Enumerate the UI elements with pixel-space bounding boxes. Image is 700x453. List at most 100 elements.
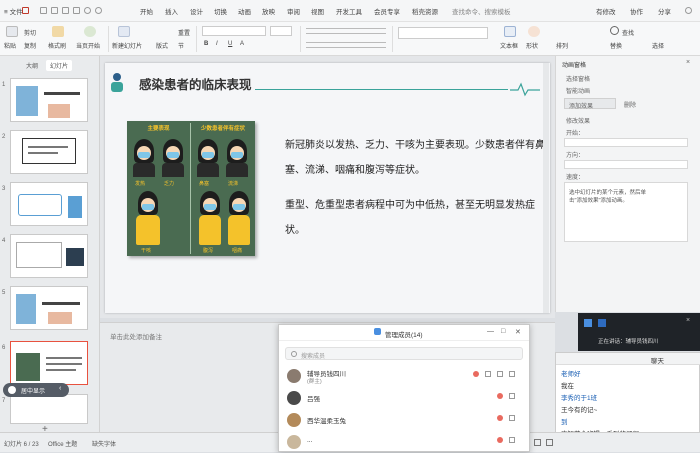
notes-placeholder[interactable]: 单击此处添加备注 <box>110 331 162 341</box>
print-icon[interactable] <box>51 7 58 14</box>
slide-thumbnail[interactable] <box>10 286 88 330</box>
mic-off-icon[interactable] <box>497 415 503 421</box>
alignment-tools[interactable] <box>306 42 386 48</box>
mic-off-icon[interactable] <box>473 371 479 377</box>
save-icon[interactable] <box>40 7 47 14</box>
slide-thumbnail[interactable] <box>10 182 88 226</box>
font-size-select[interactable] <box>270 26 292 36</box>
start-select[interactable] <box>564 138 688 147</box>
member-row[interactable]: ... <box>287 433 523 453</box>
tab-member[interactable]: 会员专享 <box>374 6 400 16</box>
slide-thumbnail[interactable] <box>10 394 88 424</box>
textbox-icon[interactable] <box>504 26 516 37</box>
underline-button[interactable]: U <box>228 41 232 47</box>
tab-transition[interactable]: 切换 <box>214 6 227 16</box>
textbox-button[interactable]: 文本框 <box>500 41 518 50</box>
paste-button[interactable]: 粘贴 <box>4 41 16 50</box>
screen-icon[interactable] <box>497 371 503 377</box>
shape-icon[interactable] <box>528 26 540 37</box>
close-icon[interactable]: × <box>686 59 690 66</box>
slide-thumbnail-selected[interactable] <box>10 341 88 385</box>
minimize-button[interactable]: — <box>487 328 494 335</box>
reset-button[interactable]: 重置 <box>178 28 190 37</box>
tab-insert[interactable]: 插入 <box>165 6 178 16</box>
member-row[interactable]: 辅导员钱四川 (群主) <box>287 367 523 387</box>
tab-review[interactable]: 审阅 <box>287 6 300 16</box>
font-color-button[interactable]: A <box>240 41 244 47</box>
tab-home[interactable]: 开始 <box>140 6 153 16</box>
tab-outline[interactable]: 大纲 <box>22 60 42 71</box>
camera-icon[interactable] <box>598 319 606 327</box>
undo-icon[interactable] <box>84 7 91 14</box>
tab-developer[interactable]: 开发工具 <box>336 6 362 16</box>
cut-button[interactable]: 剪切 <box>24 28 36 37</box>
add-effect-button[interactable]: 添加效果 <box>564 98 616 110</box>
missing-font-button[interactable]: 缺失字体 <box>92 439 116 448</box>
sorter-view-icon[interactable] <box>534 439 541 446</box>
search-icon[interactable] <box>610 26 619 35</box>
format-painter-button[interactable]: 格式刷 <box>48 41 66 50</box>
camera-icon[interactable] <box>509 415 515 421</box>
selection-pane-link[interactable]: 选择窗格 <box>566 74 590 83</box>
paste-icon[interactable] <box>6 26 18 37</box>
more-icon[interactable] <box>509 371 515 377</box>
tab-slides[interactable]: 幻灯片 <box>46 60 73 71</box>
font-name-select[interactable] <box>202 26 266 36</box>
new-slide-icon[interactable] <box>118 26 130 37</box>
close-icon[interactable]: × <box>686 317 690 324</box>
chevron-left-icon[interactable]: ‹ <box>59 385 61 392</box>
close-button[interactable]: ✕ <box>515 328 521 336</box>
redo-icon[interactable] <box>95 7 102 14</box>
bold-button[interactable]: B <box>204 41 208 47</box>
copy-icon[interactable] <box>73 7 80 14</box>
tab-slideshow[interactable]: 放映 <box>262 6 275 16</box>
slide-thumbnail[interactable] <box>10 78 88 122</box>
direction-select[interactable] <box>564 160 688 169</box>
member-search-input[interactable]: 搜索成员 <box>285 347 523 360</box>
mic-icon[interactable] <box>584 319 592 327</box>
tab-view[interactable]: 视图 <box>311 6 324 16</box>
play-icon[interactable] <box>84 26 96 37</box>
section-button[interactable]: 节 <box>178 41 184 50</box>
camera-icon[interactable] <box>485 371 491 377</box>
reading-view-icon[interactable] <box>546 439 553 446</box>
new-slide-button[interactable]: 新建幻灯片 <box>112 41 142 50</box>
share-button[interactable]: 分享 <box>658 6 671 16</box>
collab-button[interactable]: 协作 <box>630 6 643 16</box>
mic-off-icon[interactable] <box>497 393 503 399</box>
float-toolbar[interactable]: 居中显示 ‹ <box>3 383 69 397</box>
copy-button[interactable]: 复制 <box>24 41 36 50</box>
camera-icon[interactable] <box>509 393 515 399</box>
arrange-button[interactable]: 排列 <box>556 41 568 50</box>
canvas-scrollbar[interactable] <box>543 63 549 313</box>
chat-message: 王今有的记~ <box>561 407 598 414</box>
slide[interactable]: 感染患者的临床表现 主要表现 少数患者伴有症状 发热 乏力 鼻塞 流涕 干咳 腹… <box>105 63 550 313</box>
tab-docer[interactable]: 稻壳资源 <box>412 6 438 16</box>
member-row[interactable]: 吕强 <box>287 389 523 409</box>
shape-button[interactable]: 形状 <box>526 41 538 50</box>
delete-effect-button[interactable]: 删除 <box>624 100 636 109</box>
tab-animation[interactable]: 动画 <box>238 6 251 16</box>
preview-icon[interactable] <box>62 7 69 14</box>
replace-button[interactable]: 替换 <box>610 41 622 50</box>
effect-list[interactable]: 选中幻灯片的某个元素，然后单击"添加效果"添加动画。 <box>564 182 688 242</box>
layout-button[interactable]: 版式 <box>156 41 168 50</box>
camera-icon[interactable] <box>509 437 515 443</box>
menu-file[interactable]: ≡ 文件 <box>4 6 23 16</box>
play-from-current-button[interactable]: 当页开始 <box>76 41 100 50</box>
slide-thumbnail[interactable] <box>10 234 88 278</box>
format-painter-icon[interactable] <box>52 26 64 37</box>
more-icon[interactable] <box>685 7 692 14</box>
paragraph-tools[interactable] <box>306 28 386 34</box>
italic-button[interactable]: I <box>216 41 218 47</box>
tab-design[interactable]: 设计 <box>190 6 203 16</box>
command-search[interactable]: 查找命令、搜索模板 <box>452 6 511 16</box>
smart-animation-link[interactable]: 智能动画 <box>566 86 590 95</box>
mic-off-icon[interactable] <box>497 437 503 443</box>
member-row[interactable]: 西华温柔玉兔 <box>287 411 523 431</box>
maximize-button[interactable]: □ <box>501 328 505 335</box>
smart-layout-gallery[interactable] <box>398 27 488 39</box>
select-button[interactable]: 选择 <box>652 41 664 50</box>
slide-thumbnail[interactable] <box>10 130 88 174</box>
find-button[interactable]: 查找 <box>622 28 634 37</box>
